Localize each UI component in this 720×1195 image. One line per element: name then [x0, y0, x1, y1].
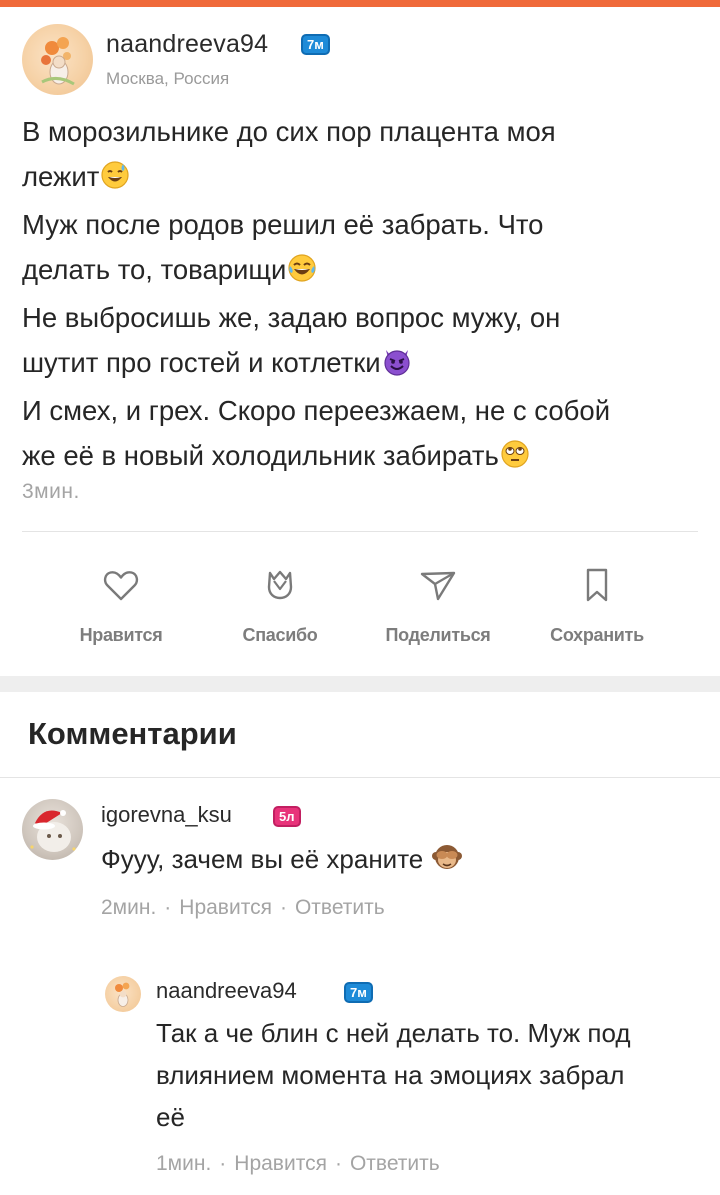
like-button[interactable]: Нравится [56, 565, 186, 646]
comment-meta: 2мин. · Нравится · Ответить [101, 896, 385, 919]
post-timestamp: 3мин. [22, 480, 80, 503]
age-badge: 5л [273, 806, 301, 827]
like-label: Нравится [79, 625, 163, 645]
comment-like-link[interactable]: Нравится [234, 1152, 327, 1175]
divider [22, 531, 698, 532]
avatar-illustration [115, 982, 130, 1007]
comment-text: Фууу, зачем вы её храните [101, 838, 462, 884]
heart-icon [103, 571, 139, 601]
section-separator [0, 676, 720, 692]
post-line: шутит про гостей и котлетки [22, 341, 702, 390]
divider [0, 777, 720, 778]
comment-meta: 1мин. · Нравится · Ответить [156, 1152, 440, 1175]
save-label: Сохранить [550, 625, 644, 645]
post-line: же её в новый холодильник забирать [22, 434, 702, 483]
avatar[interactable] [22, 24, 93, 95]
smiling-devil-emoji-icon [382, 345, 412, 390]
comment-text: Так а че блин с ней делать то. Муж под в… [156, 1018, 631, 1132]
comments-heading: Комментарии [28, 716, 237, 751]
post-line: лежит [22, 155, 702, 204]
top-accent-bar [0, 0, 720, 7]
cat-santa-avatar-illustration [30, 810, 76, 852]
share-button[interactable]: Поделиться [373, 565, 503, 646]
avatar-illustration [41, 37, 75, 86]
comment-timestamp: 2мин. [101, 896, 157, 919]
post-author-name[interactable]: naandreeva94 [106, 30, 268, 59]
see-no-evil-monkey-emoji-icon [431, 842, 462, 884]
comment-reply-link[interactable]: Ответить [350, 1152, 440, 1175]
comment-reply-link[interactable]: Ответить [295, 896, 385, 919]
tears-of-joy-emoji-icon [287, 252, 317, 297]
comment-like-link[interactable]: Нравится [179, 896, 272, 919]
post-line: Муж после родов решил её забрать. Что [22, 209, 544, 240]
comment-author-name[interactable]: igorevna_ksu [101, 802, 232, 828]
age-badge: 7м [344, 982, 373, 1003]
post-line: И смех, и грех. Скоро переезжаем, не с с… [22, 395, 611, 426]
tulip-icon [267, 570, 293, 600]
paper-plane-icon [420, 571, 456, 601]
avatar[interactable] [105, 976, 141, 1012]
post-text: В морозильнике до сих пор плацента моя л… [22, 110, 702, 482]
post-location: Москва, Россия [106, 69, 230, 88]
thanks-label: Спасибо [242, 625, 318, 645]
comment-timestamp: 1мин. [156, 1152, 212, 1175]
post-line: В морозильнике до сих пор плацента моя [22, 116, 556, 147]
sweat-smile-emoji-icon [100, 159, 130, 204]
share-label: Поделиться [385, 625, 491, 645]
avatar[interactable] [22, 799, 83, 860]
post-line: делать то, товарищи [22, 248, 702, 297]
age-badge: 7м [301, 34, 330, 55]
eye-roll-emoji-icon [500, 438, 530, 483]
post-line: Не выбросишь же, задаю вопрос мужу, он [22, 302, 561, 333]
comment-author-name[interactable]: naandreeva94 [156, 978, 297, 1004]
thanks-button[interactable]: Спасибо [215, 565, 345, 646]
save-button[interactable]: Сохранить [532, 565, 662, 646]
bookmark-icon [586, 568, 608, 602]
